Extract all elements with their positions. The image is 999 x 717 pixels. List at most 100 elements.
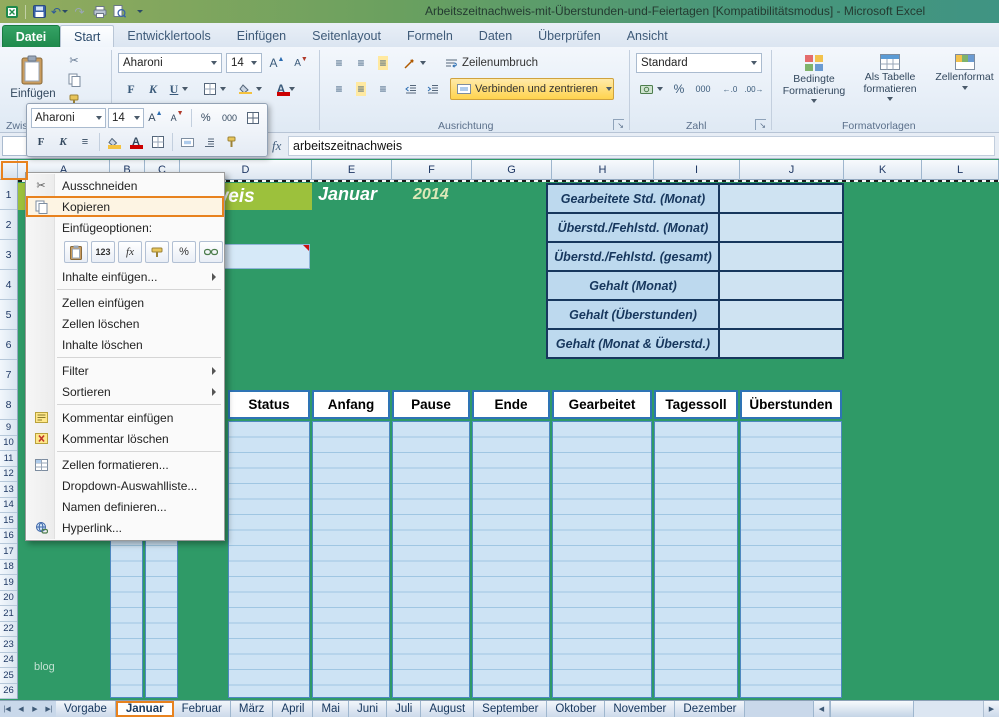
row-header[interactable]: 18 xyxy=(0,560,17,576)
paste-formatting-icon[interactable] xyxy=(145,241,169,263)
paste-icon[interactable] xyxy=(64,241,88,263)
row-header[interactable]: 1 xyxy=(0,180,17,210)
menu-item-delete-comment[interactable]: Kommentar löschen xyxy=(26,428,224,449)
column-header[interactable]: J xyxy=(740,160,844,180)
borders-icon[interactable] xyxy=(200,79,230,99)
sheet-tab[interactable]: Oktober xyxy=(547,701,605,717)
align-middle-icon[interactable]: ≡ xyxy=(350,53,372,73)
row-header[interactable]: 10 xyxy=(0,436,17,452)
sheet-tab[interactable]: September xyxy=(474,701,547,717)
menu-item-sort[interactable]: Sortieren xyxy=(26,381,224,402)
ribbon-tab[interactable]: Start xyxy=(60,25,114,47)
mini-indent-icon[interactable] xyxy=(199,132,219,152)
ribbon-tab[interactable]: Seitenlayout xyxy=(299,25,394,47)
font-size-select[interactable]: 14 xyxy=(226,53,262,73)
gearbeitet-column-cells[interactable] xyxy=(552,421,652,698)
align-left-icon[interactable]: ≡ xyxy=(328,79,350,99)
first-sheet-icon[interactable]: |◀ xyxy=(0,701,14,717)
sheet-tab[interactable]: Vorgabe xyxy=(56,701,116,717)
mini-bold-button[interactable]: F xyxy=(31,132,51,152)
mini-grow-font-icon[interactable]: A▲ xyxy=(146,108,166,128)
column-header[interactable]: G xyxy=(472,160,552,180)
menu-item-cut[interactable]: ✂ Ausschneiden xyxy=(26,175,224,196)
summary-value-cell[interactable] xyxy=(720,243,842,270)
row-header[interactable]: 17 xyxy=(0,544,17,560)
ribbon-tab[interactable]: Daten xyxy=(466,25,525,47)
row-header[interactable]: 11 xyxy=(0,451,17,467)
scroll-right-icon[interactable]: ▶ xyxy=(983,701,999,717)
sheet-tab[interactable]: März xyxy=(231,701,274,717)
underline-button[interactable]: U xyxy=(164,79,194,99)
last-sheet-icon[interactable]: ▶| xyxy=(42,701,56,717)
row-header[interactable]: 22 xyxy=(0,622,17,638)
paste-values-icon[interactable]: 123 xyxy=(91,241,115,263)
excel-app-icon[interactable] xyxy=(3,3,20,20)
mini-shrink-font-icon[interactable]: A▼ xyxy=(167,108,187,128)
mini-center-align-icon[interactable]: ≡ xyxy=(75,132,95,152)
column-header[interactable]: H xyxy=(552,160,654,180)
column-header[interactable]: K xyxy=(844,160,922,180)
row-header[interactable]: 19 xyxy=(0,575,17,591)
align-right-icon[interactable]: ≡ xyxy=(372,79,394,99)
summary-value-cell[interactable] xyxy=(720,185,842,212)
ribbon-tab[interactable]: Entwicklertools xyxy=(114,25,223,47)
fill-color-icon[interactable] xyxy=(234,79,266,99)
ende-column-cells[interactable] xyxy=(472,421,550,698)
decrease-decimal-icon[interactable]: .00→ xyxy=(742,79,766,99)
paste-percent-icon[interactable]: % xyxy=(172,241,196,263)
row-header[interactable]: 4 xyxy=(0,270,17,300)
scroll-left-icon[interactable]: ◀ xyxy=(814,701,830,717)
table-header-cell[interactable]: Tagessoll xyxy=(654,390,738,419)
shrink-font-icon[interactable]: A▼ xyxy=(290,53,312,73)
column-header[interactable]: I xyxy=(654,160,740,180)
align-bottom-icon[interactable]: ≡ xyxy=(372,53,394,73)
orientation-icon[interactable] xyxy=(400,53,430,73)
comma-style-icon[interactable]: 000 xyxy=(690,79,716,99)
menu-item-delete-cells[interactable]: Zellen löschen xyxy=(26,313,224,334)
summary-value-cell[interactable] xyxy=(720,301,842,328)
table-header-cell[interactable]: Anfang xyxy=(312,390,390,419)
row-header[interactable]: 16 xyxy=(0,529,17,545)
sheet-tab[interactable]: Juli xyxy=(387,701,421,717)
percent-style-icon[interactable]: % xyxy=(670,79,688,99)
pause-column-cells[interactable] xyxy=(392,421,470,698)
row-header[interactable]: 7 xyxy=(0,360,17,390)
summary-value-cell[interactable] xyxy=(720,272,842,299)
formula-input[interactable]: arbeitszeitnachweis xyxy=(288,136,995,156)
summary-label-cell[interactable]: Gearbeitete Std. (Monat) xyxy=(548,185,718,212)
font-name-select[interactable]: Aharoni xyxy=(118,53,222,73)
row-header[interactable]: 6 xyxy=(0,330,17,360)
sheet-tab[interactable]: Juni xyxy=(349,701,387,717)
cell-styles-button[interactable]: Zellenformat xyxy=(930,50,999,114)
menu-item-paste-special[interactable]: Inhalte einfügen... xyxy=(26,266,224,287)
scrollbar-thumb[interactable] xyxy=(830,701,914,717)
sheet-tab[interactable]: April xyxy=(273,701,313,717)
sheet-tab[interactable]: Februar xyxy=(174,701,231,717)
wrap-text-button[interactable]: Zeilenumbruch xyxy=(438,53,545,73)
menu-item-define-name[interactable]: Namen definieren... xyxy=(26,496,224,517)
decrease-indent-icon[interactable] xyxy=(400,79,422,99)
accounting-format-icon[interactable] xyxy=(636,79,666,99)
summary-label-cell[interactable]: Gehalt (Monat & Überstd.) xyxy=(548,330,718,357)
mini-percent-style-icon[interactable]: % xyxy=(196,108,216,128)
increase-decimal-icon[interactable]: ←.0 xyxy=(718,79,742,99)
row-header[interactable]: 14 xyxy=(0,498,17,514)
mini-font-size-select[interactable]: 14 xyxy=(108,108,144,128)
column-header[interactable]: L xyxy=(922,160,999,180)
prev-sheet-icon[interactable]: ◀ xyxy=(14,701,28,717)
save-icon[interactable] xyxy=(31,3,48,20)
undo-icon[interactable]: ↶ xyxy=(51,3,68,20)
summary-label-cell[interactable]: Überstd./Fehlstd. (Monat) xyxy=(548,214,718,241)
print-preview-icon[interactable] xyxy=(111,3,128,20)
summary-value-cell[interactable] xyxy=(720,330,842,357)
alignment-dialog-launcher[interactable]: ↘ xyxy=(613,119,624,130)
menu-item-insert-comment[interactable]: Kommentar einfügen xyxy=(26,407,224,428)
table-header-cell[interactable]: Ende xyxy=(472,390,550,419)
row-header[interactable]: 15 xyxy=(0,513,17,529)
mini-comma-style-icon[interactable]: 000 xyxy=(218,108,242,128)
row-header[interactable]: 9 xyxy=(0,420,17,436)
mini-table-format-icon[interactable] xyxy=(243,108,263,128)
ueberstunden-column-cells[interactable] xyxy=(740,421,842,698)
increase-indent-icon[interactable] xyxy=(422,79,444,99)
italic-button[interactable]: K xyxy=(142,79,164,99)
